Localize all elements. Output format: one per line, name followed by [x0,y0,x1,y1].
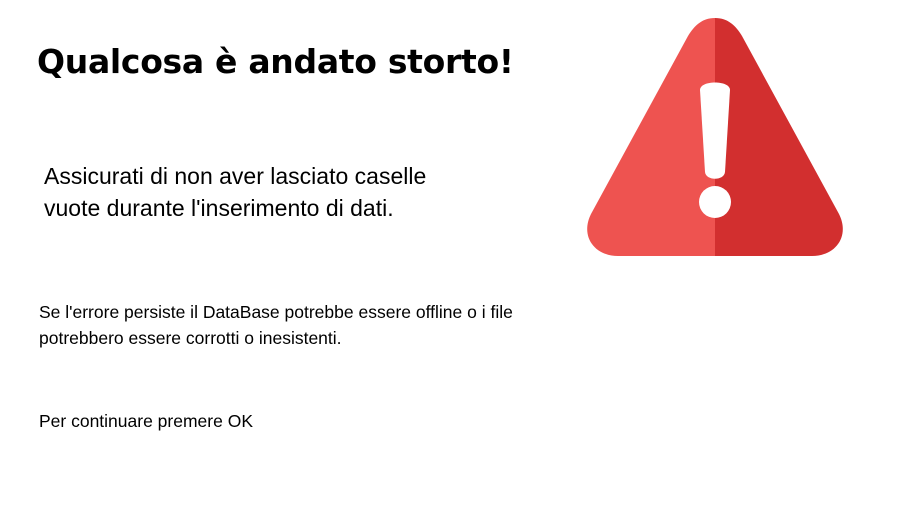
warning-icon-right-half [715,18,843,256]
error-dialog: Qualcosa è andato storto! Assicurati di … [0,0,900,512]
warning-icon-left-half [587,18,715,256]
exclamation-dot [699,186,731,218]
continue-prompt: Per continuare premere OK [39,411,253,431]
warning-icon [587,18,843,256]
error-title: Qualcosa è andato storto! [37,42,514,81]
error-hint-text: Assicurati di non aver lasciato caselle … [44,163,427,221]
error-detail-text: Se l'errore persiste il DataBase potrebb… [39,302,513,348]
